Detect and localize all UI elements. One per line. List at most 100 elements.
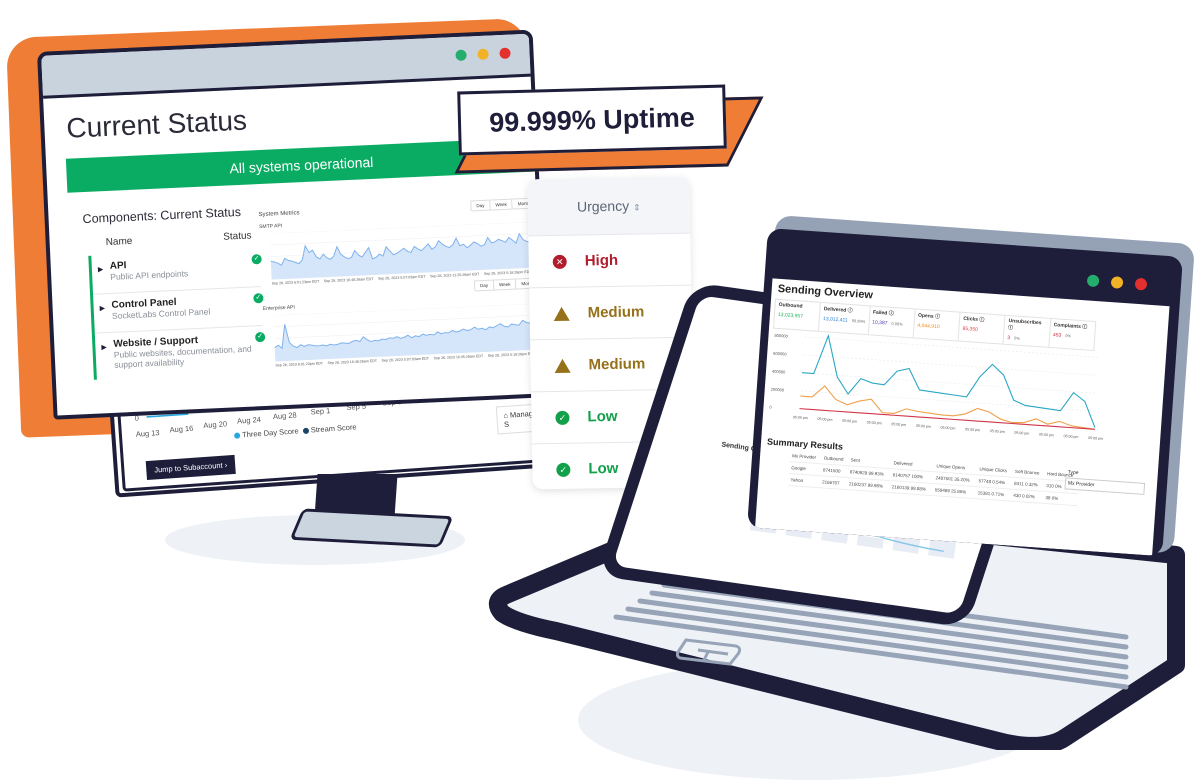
- sending-overview-body: Sending Overview Outbound 13,023,957 Deli…: [755, 278, 1170, 556]
- x-tick-label: 05:00 pm: [891, 422, 906, 427]
- x-tick: Sep 28, 2023 5:18:28pm EDT: [487, 351, 536, 358]
- range-week-button[interactable]: Week: [490, 199, 514, 210]
- range-day-button[interactable]: Day: [474, 280, 495, 291]
- urgency-label: High: [584, 251, 619, 270]
- x-tick: Aug 16: [169, 423, 194, 435]
- window-close-dot-icon[interactable]: [1134, 277, 1148, 291]
- type-label: Type: [1067, 469, 1079, 477]
- urgency-label: Medium: [588, 355, 646, 374]
- cell: 559489 25.85%: [932, 483, 977, 499]
- gridline: [269, 221, 530, 234]
- stat-unsubscribes[interactable]: Unsubscribes ⓘ 3 0%: [1003, 315, 1052, 347]
- range-week-button[interactable]: Week: [493, 279, 517, 290]
- stat-opens[interactable]: Opens ⓘ 4,044,910: [913, 309, 961, 341]
- x-tick: Sep 28, 2023 10:48:26am EDT: [323, 276, 374, 284]
- x-tick-label: 05:00 pm: [940, 426, 955, 431]
- x-tick: Sep 28, 2023 5:07:03am EDT: [377, 274, 426, 281]
- x-tick: Sep 28, 2023 10:48:26am EDT: [327, 358, 378, 366]
- x-circle-icon: ✕: [552, 254, 567, 269]
- component-row-website-support[interactable]: ▶ Website / Support Public websites, doc…: [95, 326, 266, 380]
- stat-label: Failed ⓘ: [872, 309, 894, 317]
- expand-caret-icon[interactable]: ▶: [101, 343, 107, 351]
- warning-triangle-icon: [554, 358, 571, 373]
- x-tick-label: 05:00 pm: [1014, 431, 1029, 436]
- stat-label: Unsubscribes ⓘ: [1007, 318, 1042, 332]
- window-minimize-dot-icon[interactable]: [477, 48, 489, 61]
- summary-results-title: Summary Results: [766, 436, 844, 452]
- cell: Yahoo: [788, 473, 821, 488]
- stat-delivered[interactable]: Delivered ⓘ 13,012,411 99.99%: [819, 302, 871, 335]
- sending-overview-title: Sending Overview: [777, 282, 874, 302]
- x-tick: Sep 28, 2023 6:01:23pm EDT: [271, 279, 320, 286]
- x-tick-label: 05:00 pm: [1063, 434, 1078, 439]
- range-selector: Day Week Month: [470, 197, 537, 212]
- window-maximize-dot-icon[interactable]: [1086, 274, 1100, 288]
- summary-table: Mx Provider Outbound Sent Delivered Uniq…: [788, 450, 1080, 506]
- stat-value: 453 0%: [1052, 332, 1072, 339]
- expand-caret-icon[interactable]: ▶: [98, 265, 104, 273]
- urgency-label: Low: [587, 407, 618, 426]
- window-minimize-dot-icon[interactable]: [1110, 276, 1124, 289]
- page-title: Current Status: [65, 104, 248, 144]
- stat-clicks[interactable]: Clicks ⓘ 85,350: [958, 312, 1006, 344]
- urgency-column-header[interactable]: Urgency ⇕: [527, 176, 691, 237]
- column-name: Name: [105, 235, 133, 249]
- urgency-label: Medium: [587, 303, 645, 322]
- info-icon: ⓘ: [979, 316, 985, 324]
- stat-value: 85,350: [962, 325, 979, 333]
- y-tick-label: 0: [769, 405, 772, 410]
- x-tick-label: 05:00 pm: [817, 417, 832, 422]
- info-icon: ⓘ: [1007, 324, 1014, 332]
- y-tick-label: 800000: [774, 333, 788, 339]
- y-tick-label: 400000: [772, 369, 786, 375]
- sending-overview-window: Sending Overview Outbound 13,023,957 Deli…: [747, 228, 1183, 557]
- gridline: [273, 315, 534, 328]
- trackpad-icon: [676, 638, 742, 666]
- info-icon: ⓘ: [1081, 324, 1088, 331]
- x-tick: Sep 28, 2023 11:25:26am EDT: [430, 272, 480, 279]
- x-tick: Aug 13: [135, 428, 160, 439]
- components-table-header: Name Status: [105, 230, 251, 248]
- expand-caret-icon[interactable]: ▶: [100, 304, 106, 312]
- y-tick-label: 600000: [773, 351, 787, 357]
- sort-icon[interactable]: ⇕: [633, 202, 641, 212]
- window-maximize-dot-icon[interactable]: [455, 49, 467, 62]
- stat-value: 3 0%: [1007, 334, 1021, 342]
- x-tick-label: 05:00 pm: [916, 424, 931, 429]
- legend-three-day[interactable]: Three Day Score: [233, 426, 299, 439]
- components-title: Components: Current Status: [82, 204, 242, 227]
- stat-complaints[interactable]: Complaints ⓘ 453 0%: [1049, 319, 1095, 350]
- urgency-header-label: Urgency: [576, 197, 630, 215]
- legend-dot-icon: [302, 427, 310, 435]
- x-tick-label: 05:00 pm: [1039, 432, 1054, 437]
- window-close-dot-icon[interactable]: [499, 47, 511, 60]
- cell: 15381 0.71%: [975, 486, 1012, 502]
- stat-label: Delivered ⓘ: [823, 306, 853, 315]
- series-line-delivered: [801, 333, 1096, 428]
- stat-label: Opens ⓘ: [917, 312, 941, 321]
- urgency-row-high: ✕ High: [528, 233, 692, 289]
- range-day-button[interactable]: Day: [471, 200, 491, 211]
- stat-value: 4,044,910: [917, 322, 940, 331]
- x-tick: Sep 28, 2023 6:01:23pm EDT: [275, 361, 324, 368]
- stat-failed[interactable]: Failed ⓘ 10,387 0.08%: [868, 306, 916, 338]
- stat-outbound[interactable]: Outbound 13,023,957: [774, 299, 822, 331]
- cell: 38 0%: [1043, 491, 1079, 506]
- stat-value: 10,387 0.08%: [871, 319, 903, 327]
- chevron-right-icon: ›: [224, 460, 228, 470]
- urgency-row-medium: Medium: [529, 285, 693, 341]
- info-icon: ⓘ: [934, 313, 941, 321]
- uptime-badge: 99.999% Uptime: [457, 84, 727, 156]
- gridline: [803, 354, 1099, 376]
- stat-value: 13,012,411 99.99%: [822, 316, 866, 325]
- x-tick: Sep 28, 2023 10:35:26am EDT: [433, 354, 484, 361]
- legend-stream-score[interactable]: Stream Score: [302, 422, 357, 435]
- stat-label: Clicks ⓘ: [963, 315, 985, 324]
- cell: 2160237 99.98%: [846, 477, 891, 493]
- stat-value: 13,023,957: [777, 311, 804, 320]
- cell: 430 0.02%: [1010, 489, 1044, 504]
- chart-label-enterprise: Enterprise API: [262, 304, 295, 313]
- gridline: [273, 303, 533, 316]
- warning-triangle-icon: [553, 306, 570, 321]
- x-tick: Aug 28: [272, 410, 297, 422]
